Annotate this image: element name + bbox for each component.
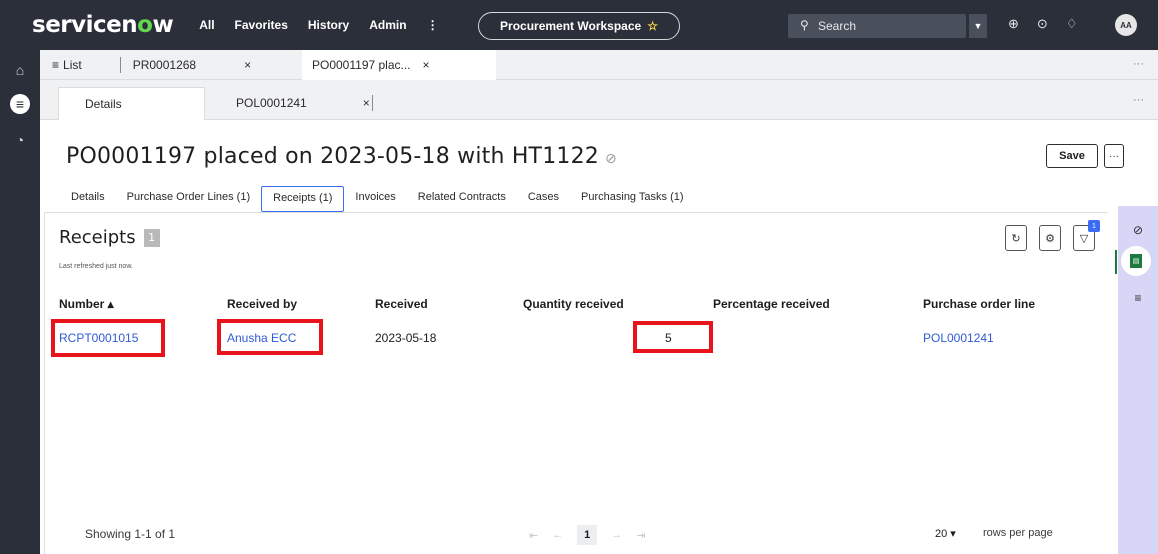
highlight-box — [51, 319, 165, 357]
search-placeholder: Search — [818, 19, 857, 33]
list-tab[interactable]: ≡ List — [52, 58, 82, 72]
tab-pol0001241[interactable]: POL0001241 × — [236, 95, 373, 111]
star-icon[interactable]: ☆ — [647, 19, 658, 33]
nav-links: All Favorites History Admin ⋮ — [199, 18, 438, 32]
rows-per-page-select[interactable]: 20 ▾ — [935, 527, 956, 540]
column-header-received-by[interactable]: Received by — [227, 297, 297, 311]
nav-more-icon[interactable]: ⋮ — [427, 18, 439, 32]
close-icon[interactable]: × — [244, 58, 251, 72]
document-panel-button[interactable]: ▤ — [1121, 246, 1151, 276]
dashboard-icon[interactable]: ◔ — [10, 130, 30, 150]
more-tabs-icon[interactable]: ··· — [1133, 94, 1144, 106]
search-scope-dropdown[interactable]: ▼ — [969, 14, 987, 38]
nav-favorites[interactable]: Favorites — [235, 18, 288, 32]
last-refreshed-text: Last refreshed just now. — [59, 263, 133, 270]
nav-history[interactable]: History — [308, 18, 349, 32]
count-badge: 1 — [143, 228, 160, 247]
primary-tab-strip: ≡ List PR0001268 × PO0001197 plac... × ·… — [40, 50, 1158, 80]
highlight-box — [633, 321, 713, 353]
subtab-receipts[interactable]: Receipts (1) — [261, 186, 345, 212]
notification-bell-icon[interactable]: ♢ — [1066, 16, 1078, 32]
tab-details-label: Details — [85, 97, 122, 111]
table-footer: Showing 1-1 of 1 ⇤ ← 1 → ⇥ 20 ▾ rows per… — [45, 513, 1105, 554]
subtab-details[interactable]: Details — [60, 186, 116, 212]
table-row: RCPT0001015 Anusha ECC 2023-05-18 5 POL0… — [45, 319, 1105, 357]
list-icon[interactable]: ≡ — [1130, 290, 1146, 306]
subtab-purchase-order-lines[interactable]: Purchase Order Lines (1) — [116, 186, 262, 212]
servicenow-logo[interactable]: servicenow — [32, 12, 174, 38]
first-page-icon[interactable]: ⇤ — [529, 529, 538, 542]
left-rail: ⌂ ≡ ◔ — [0, 50, 40, 554]
received-date: 2023-05-18 — [375, 331, 437, 345]
record-subtabs: Details Purchase Order Lines (1) Receipt… — [60, 186, 695, 212]
nav-all[interactable]: All — [199, 18, 214, 32]
filter-icon[interactable]: ▽ 1 — [1073, 220, 1100, 251]
home-icon[interactable]: ⌂ — [10, 60, 30, 80]
tag-icon[interactable]: ⊘ — [605, 151, 617, 167]
subtab-related-contracts[interactable]: Related Contracts — [407, 186, 517, 212]
subtab-invoices[interactable]: Invoices — [344, 186, 406, 212]
more-actions-button[interactable]: ··· — [1104, 144, 1124, 168]
active-indicator — [1115, 250, 1117, 274]
showing-count: Showing 1-1 of 1 — [85, 527, 176, 541]
last-page-icon[interactable]: ⇥ — [636, 529, 645, 542]
tab-pol-label: POL0001241 — [236, 96, 307, 110]
close-icon[interactable]: × — [363, 96, 370, 110]
receipts-heading: Receipts 1 — [59, 227, 160, 248]
next-page-icon[interactable]: → — [611, 529, 622, 541]
column-header-purchase-order-line[interactable]: Purchase order line — [923, 297, 1035, 311]
tab-po0001197[interactable]: PO0001197 plac... × — [302, 50, 496, 80]
document-icon: ▤ — [1130, 254, 1142, 268]
current-page[interactable]: 1 — [577, 525, 598, 545]
column-header-received[interactable]: Received — [375, 297, 428, 311]
record-title-text: PO0001197 placed on 2023-05-18 with HT11… — [66, 144, 599, 169]
pagination: ⇤ ← 1 → ⇥ — [529, 525, 645, 545]
rows-per-page-label: rows per page — [983, 527, 1053, 539]
list-menu-icon: ≡ — [52, 57, 60, 72]
top-nav-icons: ⊕ ⊙ ♢ — [1008, 16, 1077, 32]
list-menu-icon[interactable]: ≡ — [10, 94, 30, 114]
tab-divider — [372, 95, 373, 111]
column-header-number[interactable]: Number ▴ — [59, 297, 114, 311]
prev-page-icon[interactable]: ← — [552, 529, 563, 541]
more-tabs-icon[interactable]: ··· — [1133, 58, 1144, 70]
settings-gear-icon[interactable]: ⚙ — [1039, 225, 1061, 251]
tab-divider — [119, 56, 121, 73]
list-tab-label: List — [63, 57, 82, 72]
filter-count-badge: 1 — [1088, 220, 1100, 232]
save-button[interactable]: Save — [1046, 144, 1098, 168]
tab-details[interactable]: Details — [58, 87, 205, 120]
po-line-link[interactable]: POL0001241 — [923, 331, 994, 345]
page-title: PO0001197 placed on 2023-05-18 with HT11… — [66, 144, 617, 169]
tab-pr0001268[interactable]: PR0001268 × — [133, 58, 251, 72]
column-header-percentage-received[interactable]: Percentage received — [713, 297, 830, 311]
refresh-icon[interactable]: ↻ — [1005, 225, 1027, 251]
user-avatar[interactable]: AA — [1115, 14, 1137, 36]
paperclip-icon[interactable]: ⊘ — [1130, 222, 1146, 238]
search-icon: ⚲ — [800, 18, 809, 32]
receipts-title: Receipts — [59, 227, 136, 248]
globe-icon[interactable]: ⊕ — [1008, 16, 1019, 32]
subtab-purchasing-tasks[interactable]: Purchasing Tasks (1) — [570, 186, 695, 212]
subtab-cases[interactable]: Cases — [517, 186, 570, 212]
receipts-panel: Receipts 1 Last refreshed just now. ↻ ⚙ … — [44, 212, 1108, 554]
secondary-tab-strip: Details POL0001241 × ··· — [40, 80, 1158, 120]
highlight-box — [217, 319, 323, 355]
nav-admin[interactable]: Admin — [369, 18, 406, 32]
workspace-label: Procurement Workspace — [500, 19, 642, 33]
tab-po-label: PO0001197 plac... — [312, 58, 411, 72]
column-header-quantity-received[interactable]: Quantity received — [523, 297, 624, 311]
help-icon[interactable]: ⊙ — [1037, 16, 1048, 32]
right-sidebar: ⊘ ▤ ≡ — [1115, 206, 1158, 554]
global-search-input[interactable]: ⚲ Search — [788, 14, 966, 38]
top-nav: servicenow All Favorites History Admin ⋮… — [0, 0, 1158, 50]
close-icon[interactable]: × — [423, 58, 430, 72]
tab-pr-label: PR0001268 — [132, 57, 197, 72]
workspace-selector[interactable]: Procurement Workspace ☆ — [478, 12, 680, 40]
